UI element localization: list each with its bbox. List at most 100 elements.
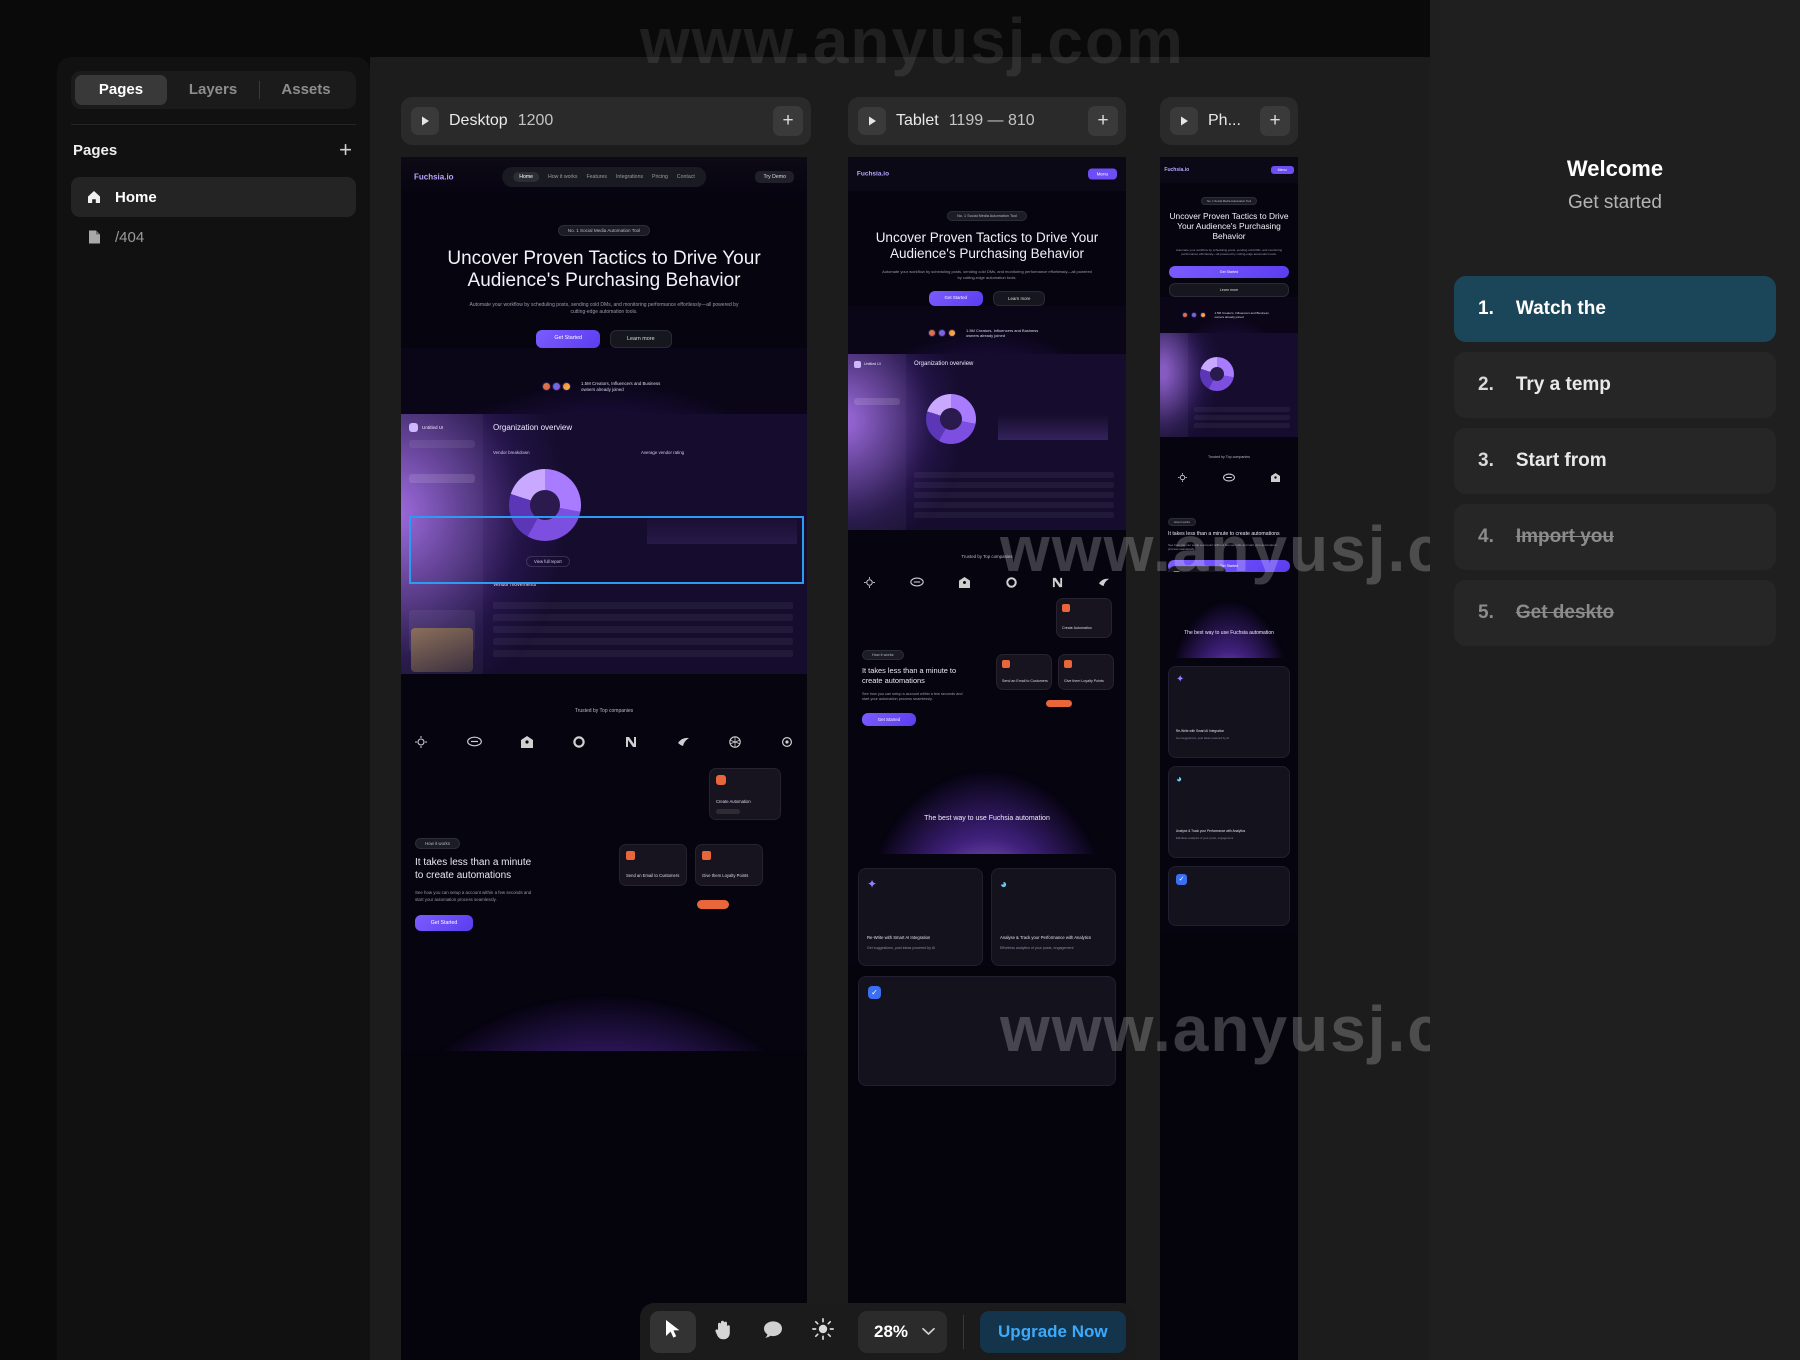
site-nav-menu-button[interactable]: Menu	[1087, 168, 1118, 180]
page-item-404[interactable]: /404	[71, 217, 356, 257]
design-canvas[interactable]: Desktop 1200 + Tablet 1199 — 810 + Ph...…	[370, 57, 1430, 1360]
arc-glow	[401, 997, 807, 1052]
hero-title: Uncover Proven Tactics to Drive Your Aud…	[875, 230, 1099, 261]
play-icon[interactable]	[858, 107, 886, 135]
welcome-subtitle: Get started	[1568, 192, 1662, 213]
avatar	[938, 329, 946, 338]
home-icon	[85, 188, 103, 206]
sidebar-tabs: Pages Layers Assets	[71, 71, 356, 109]
site-nav-links: Home How it works Features Integrations …	[502, 167, 706, 187]
trusted-section: Trusted by Top companies	[1160, 436, 1298, 482]
frame-add-icon[interactable]: +	[1088, 106, 1118, 136]
frame-add-icon[interactable]: +	[1260, 106, 1290, 136]
dashboard-donut-chart	[926, 393, 976, 444]
hero-primary-button[interactable]: Get Started	[1169, 265, 1289, 278]
dashboard-sidebar: Untitled UI	[401, 414, 483, 674]
mini-card-label: Create Automation	[716, 799, 751, 805]
checklist-item-2[interactable]: 2. Try a temp	[1454, 352, 1776, 418]
tab-assets[interactable]: Assets	[260, 75, 352, 105]
automation-section: How it works It takes less than a minute…	[401, 747, 807, 932]
artboard-tablet[interactable]: Fuchsia.io Menu No. 1 Social Media Autom…	[848, 157, 1126, 1360]
hand-icon	[713, 1319, 733, 1345]
sun-icon	[812, 1318, 834, 1345]
site-navbar: Fuchsia.io Menu	[1160, 157, 1298, 183]
automation-button[interactable]: Get Started	[862, 713, 916, 727]
automation-mini-card-1: Create Automation	[709, 767, 781, 820]
frame-add-icon[interactable]: +	[773, 106, 803, 136]
hero-primary-button[interactable]: Get Started	[536, 329, 600, 348]
zoom-level: 28%	[874, 1321, 909, 1341]
frame-header-phone[interactable]: Ph... +	[1160, 97, 1298, 145]
play-icon[interactable]	[1170, 107, 1198, 135]
checklist-item-1[interactable]: 1. Watch the	[1454, 276, 1776, 342]
checklist-number: 5.	[1478, 602, 1494, 623]
frame-name: Tablet	[896, 112, 939, 129]
avatar	[928, 329, 936, 338]
hero-primary-button[interactable]: Get Started	[928, 290, 983, 306]
logo-icon-5	[1052, 577, 1063, 588]
dashboard-title: Organization overview	[493, 422, 573, 432]
dashboard-brand: Untitled UI	[864, 362, 881, 367]
site-navbar: Fuchsia.io Menu	[848, 157, 1126, 191]
hero-subtitle: Automate your workflow by scheduling pos…	[882, 268, 1092, 280]
play-icon[interactable]	[411, 107, 439, 135]
nav-link-features[interactable]: Features	[586, 174, 606, 180]
dashboard-brand: Untitled UI	[422, 424, 444, 430]
checklist-item-3[interactable]: 3. Start from	[1454, 428, 1776, 494]
tab-layers[interactable]: Layers	[167, 75, 259, 105]
artboard-phone[interactable]: Fuchsia.io Menu No. 1 Social Media Autom…	[1160, 157, 1298, 1360]
hero-buttons: Get Started Learn more	[1169, 265, 1289, 297]
dashboard-donut-chart	[1200, 356, 1234, 391]
automation-badge: How it works	[862, 649, 904, 660]
checklist-number: 4.	[1478, 526, 1494, 547]
hero-secondary-button[interactable]: Learn more	[1169, 282, 1289, 297]
hero-title: Uncover Proven Tactics to Drive Your Aud…	[1169, 211, 1289, 241]
dashboard-title: Organization overview	[914, 360, 974, 367]
nav-link-howitworks[interactable]: How it works	[548, 174, 577, 180]
frame-header-tablet[interactable]: Tablet 1199 — 810 +	[848, 97, 1126, 145]
automation-title: It takes less than a minute to create au…	[862, 665, 957, 685]
hero-title: Uncover Proven Tactics to Drive Your Aud…	[447, 248, 761, 292]
checklist-label: Get deskto	[1515, 602, 1615, 623]
logo-icon-1	[1178, 472, 1187, 482]
feature-card-3: ✓	[858, 976, 1116, 1087]
nav-link-integrations[interactable]: Integrations	[616, 174, 643, 180]
automation-badge: How it works	[415, 837, 460, 849]
nav-link-home[interactable]: Home	[513, 172, 540, 182]
tab-pages[interactable]: Pages	[75, 75, 167, 105]
onboarding-checklist: 1. Watch the 2. Try a temp 3. Start from…	[1430, 276, 1800, 646]
logo-strip	[848, 559, 1126, 588]
theme-tool-button[interactable]	[800, 1311, 846, 1353]
automation-subtitle: See how you can setup a account within a…	[415, 890, 532, 902]
hero-badge: No. 1 Social Media Automation Tool	[1200, 197, 1258, 205]
avatar	[542, 382, 551, 392]
nav-link-contact[interactable]: Contact	[677, 174, 695, 180]
nav-link-pricing[interactable]: Pricing	[652, 174, 668, 180]
social-proof-band: 1.5M Creators, Influencers and Business …	[1160, 296, 1298, 333]
site-nav-cta[interactable]: Try Demo	[755, 171, 795, 183]
upgrade-button[interactable]: Upgrade Now	[980, 1310, 1126, 1353]
logo-icon-4	[1005, 577, 1017, 588]
automation-mini-card-2: Send an Email to Customers	[619, 843, 687, 886]
hero-secondary-button[interactable]: Learn more	[993, 290, 1046, 306]
checklist-item-4[interactable]: 4. Import you	[1454, 504, 1776, 570]
hand-tool-button[interactable]	[700, 1311, 746, 1353]
checklist-label: Start from	[1515, 450, 1607, 471]
hero-buttons: Get Started Learn more	[427, 329, 781, 348]
hero-secondary-button[interactable]: Learn more	[610, 329, 672, 348]
hero-badge: No. 1 Social Media Automation Tool	[557, 225, 651, 236]
comment-tool-button[interactable]	[750, 1311, 796, 1353]
automation-button[interactable]: Get Started	[415, 915, 473, 932]
checklist-item-5[interactable]: 5. Get deskto	[1454, 580, 1776, 646]
dashboard-cta[interactable]: View full report	[526, 555, 570, 567]
zoom-selector[interactable]: 28%	[858, 1310, 948, 1353]
page-item-label: /404	[115, 228, 145, 246]
page-item-home[interactable]: Home	[71, 177, 356, 217]
checklist-label: Watch the	[1515, 298, 1606, 319]
cursor-tool-button[interactable]	[650, 1310, 696, 1353]
frame-header-desktop[interactable]: Desktop 1200 +	[401, 97, 811, 145]
artboard-desktop[interactable]: Fuchsia.io Home How it works Features In…	[401, 157, 807, 1360]
logo-icon-3	[959, 576, 971, 588]
add-page-icon[interactable]: +	[339, 139, 352, 161]
site-nav-menu-button[interactable]: Menu	[1270, 166, 1294, 174]
